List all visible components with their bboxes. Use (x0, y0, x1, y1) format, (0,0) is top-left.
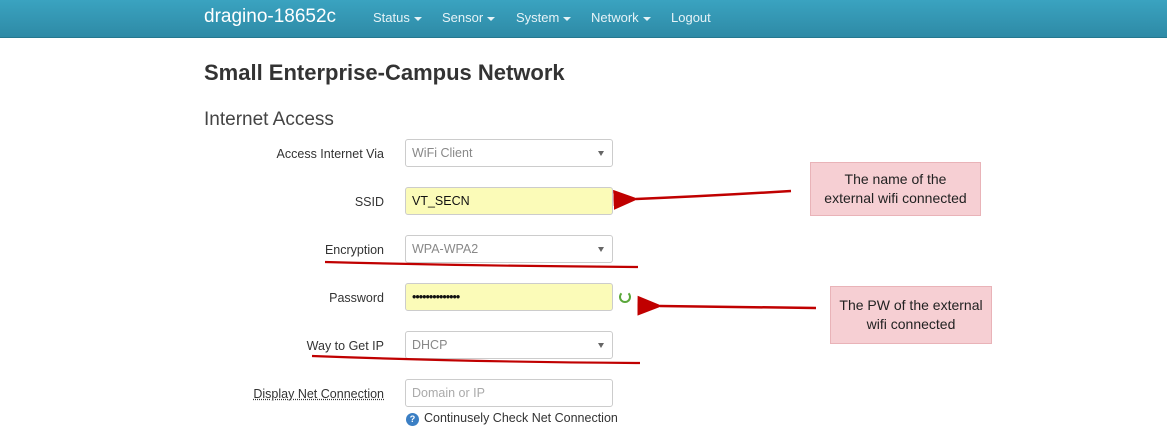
section-title: Internet Access (204, 109, 334, 130)
help-icon: ? (406, 413, 419, 426)
way-to-get-ip-label: Way to Get IP (306, 339, 384, 353)
arrow-to-ssid (613, 189, 792, 210)
dropdown-arrow-icon (598, 247, 604, 252)
ssid-input[interactable]: VT_SECN (405, 187, 613, 215)
access-via-value: WiFi Client (412, 146, 473, 160)
nav-status[interactable]: Status (373, 10, 422, 25)
display-net-connection-label: Display Net Connection (253, 387, 384, 401)
encryption-value: WPA-WPA2 (412, 242, 479, 256)
chevron-down-icon (563, 16, 572, 21)
callout-ssid: The name of the external wifi connected (810, 162, 981, 216)
encryption-select[interactable]: WPA-WPA2 (405, 235, 613, 263)
nav-logout[interactable]: Logout (671, 10, 711, 25)
nav-sensor[interactable]: Sensor (442, 10, 496, 25)
arrow-to-password (637, 295, 817, 316)
password-value: •••••••••••••• (412, 290, 460, 304)
nav-network-label: Network (591, 10, 639, 25)
refresh-icon[interactable] (619, 291, 631, 303)
nav-sensor-label: Sensor (442, 10, 484, 25)
callout-password-line1: The PW of the external (839, 297, 983, 313)
chevron-down-icon (413, 16, 422, 21)
nav-network[interactable]: Network (591, 10, 651, 25)
encryption-label: Encryption (324, 243, 384, 257)
dropdown-arrow-icon (598, 343, 604, 348)
nav-system[interactable]: System (516, 10, 572, 25)
callout-password-line2: wifi connected (866, 316, 956, 332)
access-via-select[interactable]: WiFi Client (405, 139, 613, 167)
chevron-down-icon (642, 16, 651, 21)
way-to-get-ip-select[interactable]: DHCP (405, 331, 613, 359)
password-label: Password (329, 291, 384, 305)
callout-password: The PW of the external wifi connected (830, 286, 992, 344)
callout-ssid-line1: The name of the (844, 171, 947, 187)
ssid-value: VT_SECN (412, 194, 470, 208)
nav-system-label: System (516, 10, 560, 25)
chevron-down-icon (487, 16, 496, 21)
dropdown-arrow-icon (598, 151, 604, 156)
callout-ssid-line2: external wifi connected (824, 190, 967, 206)
ssid-label: SSID (354, 195, 384, 209)
top-navbar: dragino-18652c Status Sensor System Netw… (0, 0, 1167, 38)
page-title: Small Enterprise-Campus Network (204, 60, 565, 85)
nav-status-label: Status (373, 10, 410, 25)
way-to-get-ip-value: DHCP (412, 338, 448, 352)
brand-title[interactable]: dragino-18652c (204, 6, 336, 28)
access-via-label: Access Internet Via (276, 147, 384, 161)
password-input[interactable]: •••••••••••••• (405, 283, 613, 311)
display-net-connection-input[interactable] (405, 379, 613, 407)
help-text: Continusely Check Net Connection (424, 411, 618, 425)
